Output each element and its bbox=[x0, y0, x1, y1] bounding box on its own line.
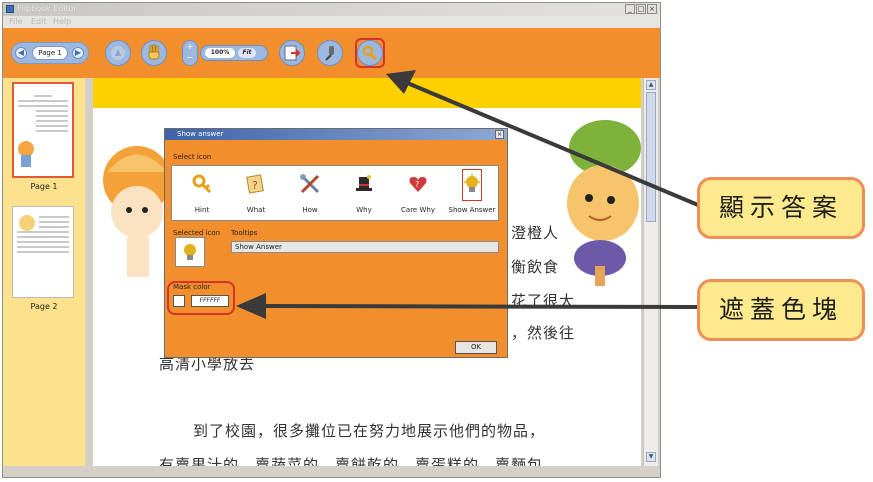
annotation-arrows bbox=[236, 70, 699, 319]
arrow-to-mask-color bbox=[257, 304, 699, 309]
callout-show-answer: 顯示答案 bbox=[697, 177, 865, 239]
arrowhead-key-button bbox=[386, 70, 416, 94]
arrow-to-key-button bbox=[404, 80, 699, 207]
callout-mask-block: 遮蓋色塊 bbox=[697, 279, 865, 341]
arrowhead-mask-color bbox=[236, 293, 266, 319]
